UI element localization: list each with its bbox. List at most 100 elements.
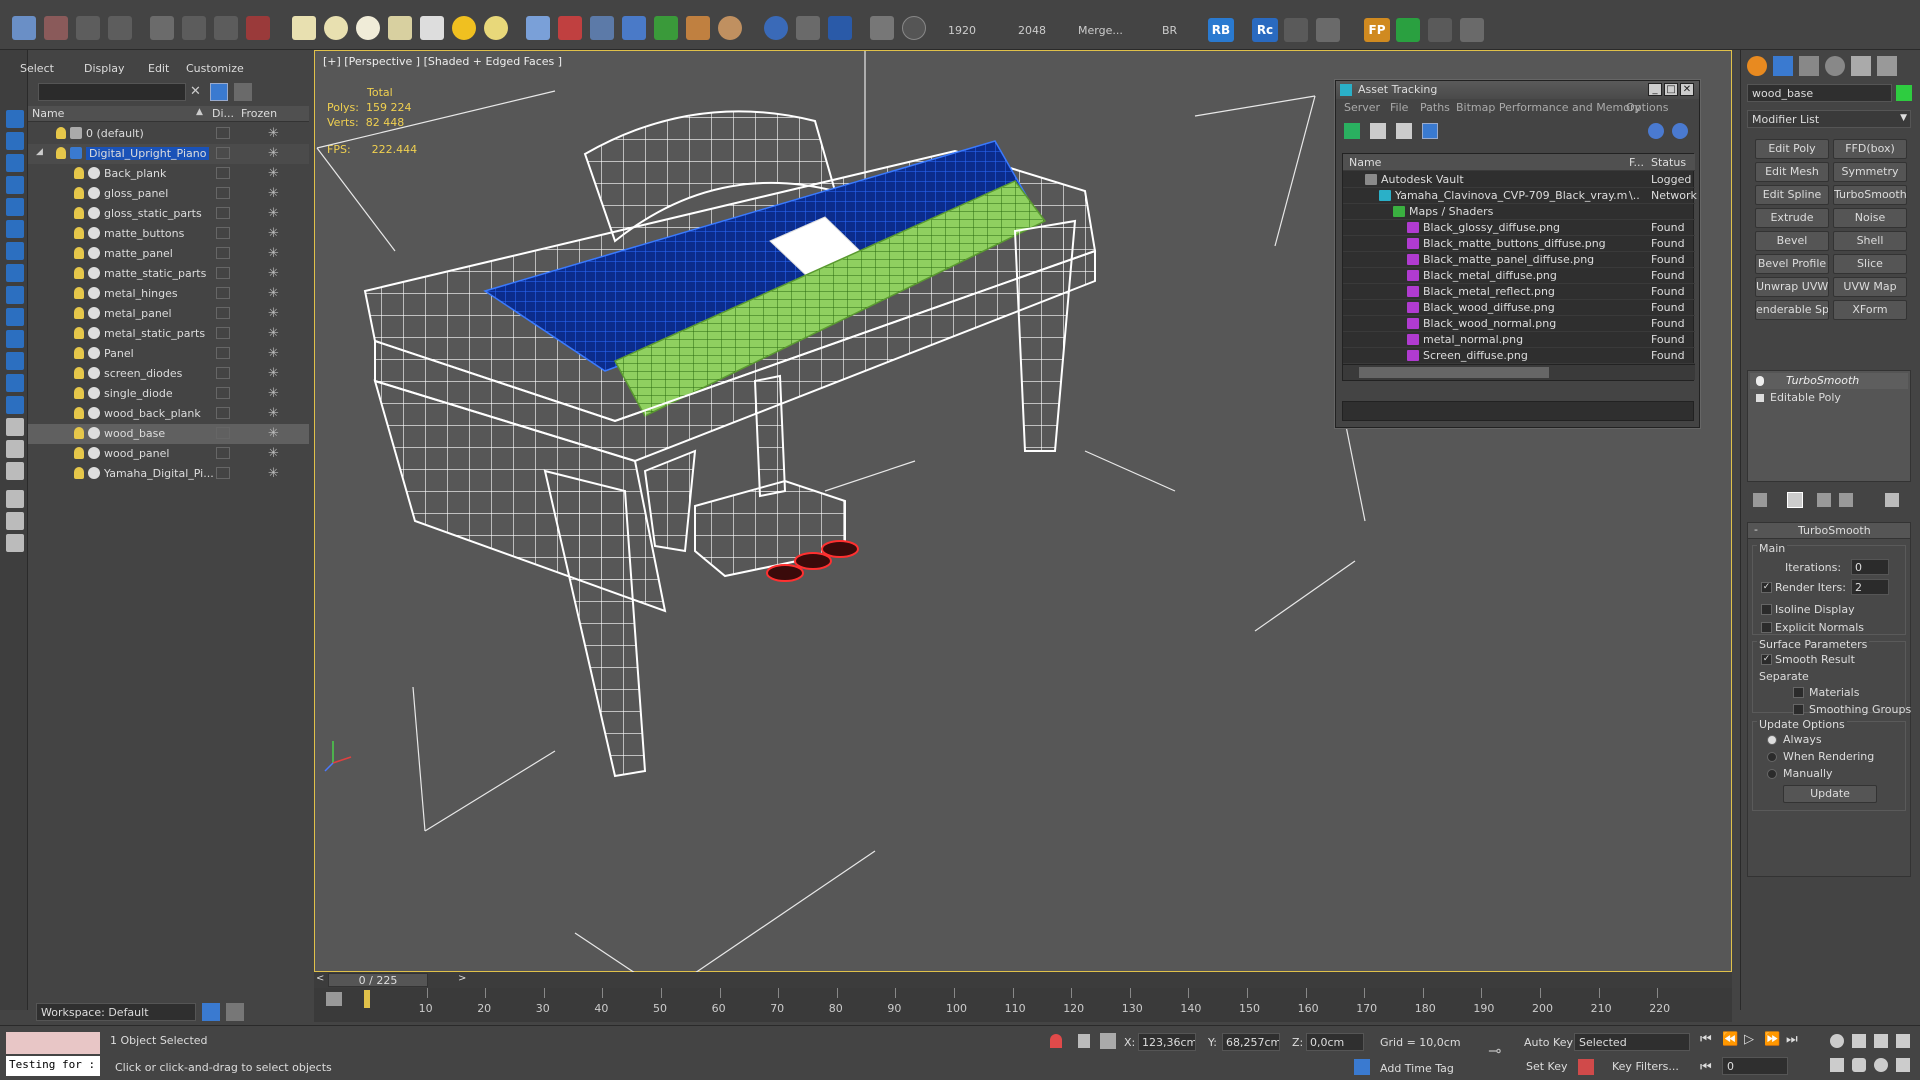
render-setup-icon[interactable] xyxy=(764,16,788,40)
explorer-row[interactable]: wood_base ✳ xyxy=(28,424,309,444)
geosphere-icon[interactable] xyxy=(356,16,380,40)
unlink-icon[interactable] xyxy=(44,16,68,40)
explorer-row[interactable]: Yamaha_Digital_Pi... ✳ xyxy=(28,464,309,484)
close-button[interactable]: ✕ xyxy=(1680,83,1694,96)
visibility-bulb-icon[interactable] xyxy=(74,267,84,279)
modifier-button[interactable]: Unwrap UVW xyxy=(1755,277,1829,297)
configure-sets-icon[interactable] xyxy=(1885,493,1899,507)
particle-icon[interactable] xyxy=(526,16,550,40)
tree-view-icon[interactable] xyxy=(1396,123,1412,139)
freeze-toggle-icon[interactable]: ✳ xyxy=(268,366,279,381)
hair-icon[interactable] xyxy=(686,16,710,40)
utilities-tab-icon[interactable] xyxy=(1877,56,1897,76)
expand-arrow-icon[interactable]: ◢ xyxy=(36,147,43,157)
explorer-search-input[interactable] xyxy=(38,83,186,101)
visibility-bulb-icon[interactable] xyxy=(74,467,84,479)
display-none-icon[interactable] xyxy=(6,110,24,128)
display-toggle[interactable] xyxy=(216,407,230,419)
hierarchy-tab-icon[interactable] xyxy=(1799,56,1819,76)
stack-item-turbosmooth[interactable]: TurboSmooth xyxy=(1750,373,1908,389)
asset-menu-file[interactable]: File xyxy=(1390,101,1408,114)
display-children-icon[interactable] xyxy=(6,418,24,436)
display-toggle[interactable] xyxy=(216,267,230,279)
material-editor-icon[interactable] xyxy=(718,16,742,40)
modifier-button[interactable]: UVW Map xyxy=(1833,277,1907,297)
modifier-button[interactable]: Bevel xyxy=(1755,231,1829,251)
render-frame-icon[interactable] xyxy=(796,16,820,40)
create-tab-icon[interactable] xyxy=(1747,56,1767,76)
modifier-button[interactable]: Edit Spline xyxy=(1755,185,1829,205)
rotate-icon[interactable] xyxy=(246,16,270,40)
scatter-icon[interactable] xyxy=(1284,18,1308,42)
zoom-extents-icon[interactable] xyxy=(1874,1034,1888,1048)
display-toggle[interactable] xyxy=(216,387,230,399)
display-groups-icon[interactable] xyxy=(6,286,24,304)
mesh-icon[interactable] xyxy=(590,16,614,40)
go-to-start-icon[interactable]: ⏮ xyxy=(1700,1032,1712,1047)
maximize-viewport-icon[interactable] xyxy=(1896,1058,1910,1072)
when-rendering-radio[interactable] xyxy=(1767,752,1777,762)
asset-horizontal-scrollbar[interactable] xyxy=(1343,364,1695,380)
br-button[interactable]: BR xyxy=(1162,24,1177,37)
modifier-button[interactable]: Extrude xyxy=(1755,208,1829,228)
display-toggle[interactable] xyxy=(216,367,230,379)
fp-button[interactable]: FP xyxy=(1364,18,1390,42)
display-toggle[interactable] xyxy=(216,447,230,459)
table-view-icon[interactable] xyxy=(1422,123,1438,139)
asset-tracking-window[interactable]: Asset Tracking _ □ ✕ Server File Paths B… xyxy=(1335,80,1700,428)
explorer-row[interactable]: ◢ Digital_Upright_Piano ✳ xyxy=(28,144,309,164)
motion-tab-icon[interactable] xyxy=(1825,56,1845,76)
visibility-bulb-icon[interactable] xyxy=(56,147,66,159)
asset-row[interactable]: Screen_diffuse.png Found xyxy=(1343,347,1695,364)
display-toggle[interactable] xyxy=(216,227,230,239)
asset-row[interactable]: Black_matte_buttons_diffuse.png Found xyxy=(1343,235,1695,252)
asset-col-f[interactable]: F... xyxy=(1629,156,1644,169)
grass-icon[interactable] xyxy=(654,16,678,40)
asset-menu-bitmap[interactable]: Bitmap Performance and Memory xyxy=(1456,101,1641,114)
smoothing-groups-checkbox[interactable] xyxy=(1793,704,1804,715)
key-filters-button[interactable]: Key Filters... xyxy=(1612,1060,1679,1073)
display-all-icon[interactable] xyxy=(6,132,24,150)
modifier-button[interactable]: enderable Splir xyxy=(1755,300,1829,320)
visibility-bulb-icon[interactable] xyxy=(74,427,84,439)
render-production-icon[interactable] xyxy=(828,16,852,40)
refresh-icon[interactable] xyxy=(1344,123,1360,139)
render-height-value[interactable]: 2048 xyxy=(1018,24,1046,37)
freeze-toggle-icon[interactable]: ✳ xyxy=(268,146,279,161)
display-toggle[interactable] xyxy=(216,287,230,299)
workspace-dropdown[interactable]: Workspace: Default xyxy=(36,1003,196,1021)
cone-icon[interactable] xyxy=(420,16,444,40)
display-dependencies-icon[interactable] xyxy=(6,462,24,480)
set-key-mode-icon[interactable]: ⊸ xyxy=(1488,1043,1512,1059)
render-iters-checkbox[interactable]: ✓ xyxy=(1761,582,1772,593)
dynamics-icon[interactable] xyxy=(558,16,582,40)
isoline-checkbox[interactable] xyxy=(1761,604,1772,615)
workspace-hierarchy-icon[interactable] xyxy=(226,1003,244,1021)
modifier-button[interactable]: FFD(box) xyxy=(1833,139,1907,159)
freeze-toggle-icon[interactable]: ✳ xyxy=(268,386,279,401)
clear-search-icon[interactable]: ✕ xyxy=(190,84,204,100)
help-icon[interactable] xyxy=(902,16,926,40)
link-icon[interactable] xyxy=(12,16,36,40)
visibility-bulb-icon[interactable] xyxy=(74,307,84,319)
asset-row[interactable]: Black_metal_reflect.png Found xyxy=(1343,283,1695,300)
explorer-row[interactable]: Panel ✳ xyxy=(28,344,309,364)
curve-editor-icon[interactable] xyxy=(326,992,342,1006)
asset-menu-paths[interactable]: Paths xyxy=(1420,101,1450,114)
expand-icon[interactable] xyxy=(1756,394,1764,402)
display-shapes-icon[interactable] xyxy=(6,176,24,194)
menu-display[interactable]: Display xyxy=(84,62,125,75)
batch-render-icon[interactable] xyxy=(870,16,894,40)
key-selection-dropdown[interactable]: Selected xyxy=(1574,1033,1690,1051)
z-coordinate-field[interactable]: 0,0cm xyxy=(1306,1033,1364,1051)
object-name-field[interactable]: wood_base xyxy=(1747,84,1892,102)
layer-toggle-icon[interactable] xyxy=(234,83,252,101)
sun-light-icon[interactable] xyxy=(452,16,476,40)
list-view-icon[interactable] xyxy=(1370,123,1386,139)
display-hidden-icon[interactable] xyxy=(6,396,24,414)
bind-spacewarp-icon[interactable] xyxy=(76,16,100,40)
display-cameras-icon[interactable] xyxy=(6,220,24,238)
isolate-icon[interactable] xyxy=(1050,1034,1062,1048)
freeze-toggle-icon[interactable]: ✳ xyxy=(268,446,279,461)
visibility-bulb-icon[interactable] xyxy=(74,447,84,459)
